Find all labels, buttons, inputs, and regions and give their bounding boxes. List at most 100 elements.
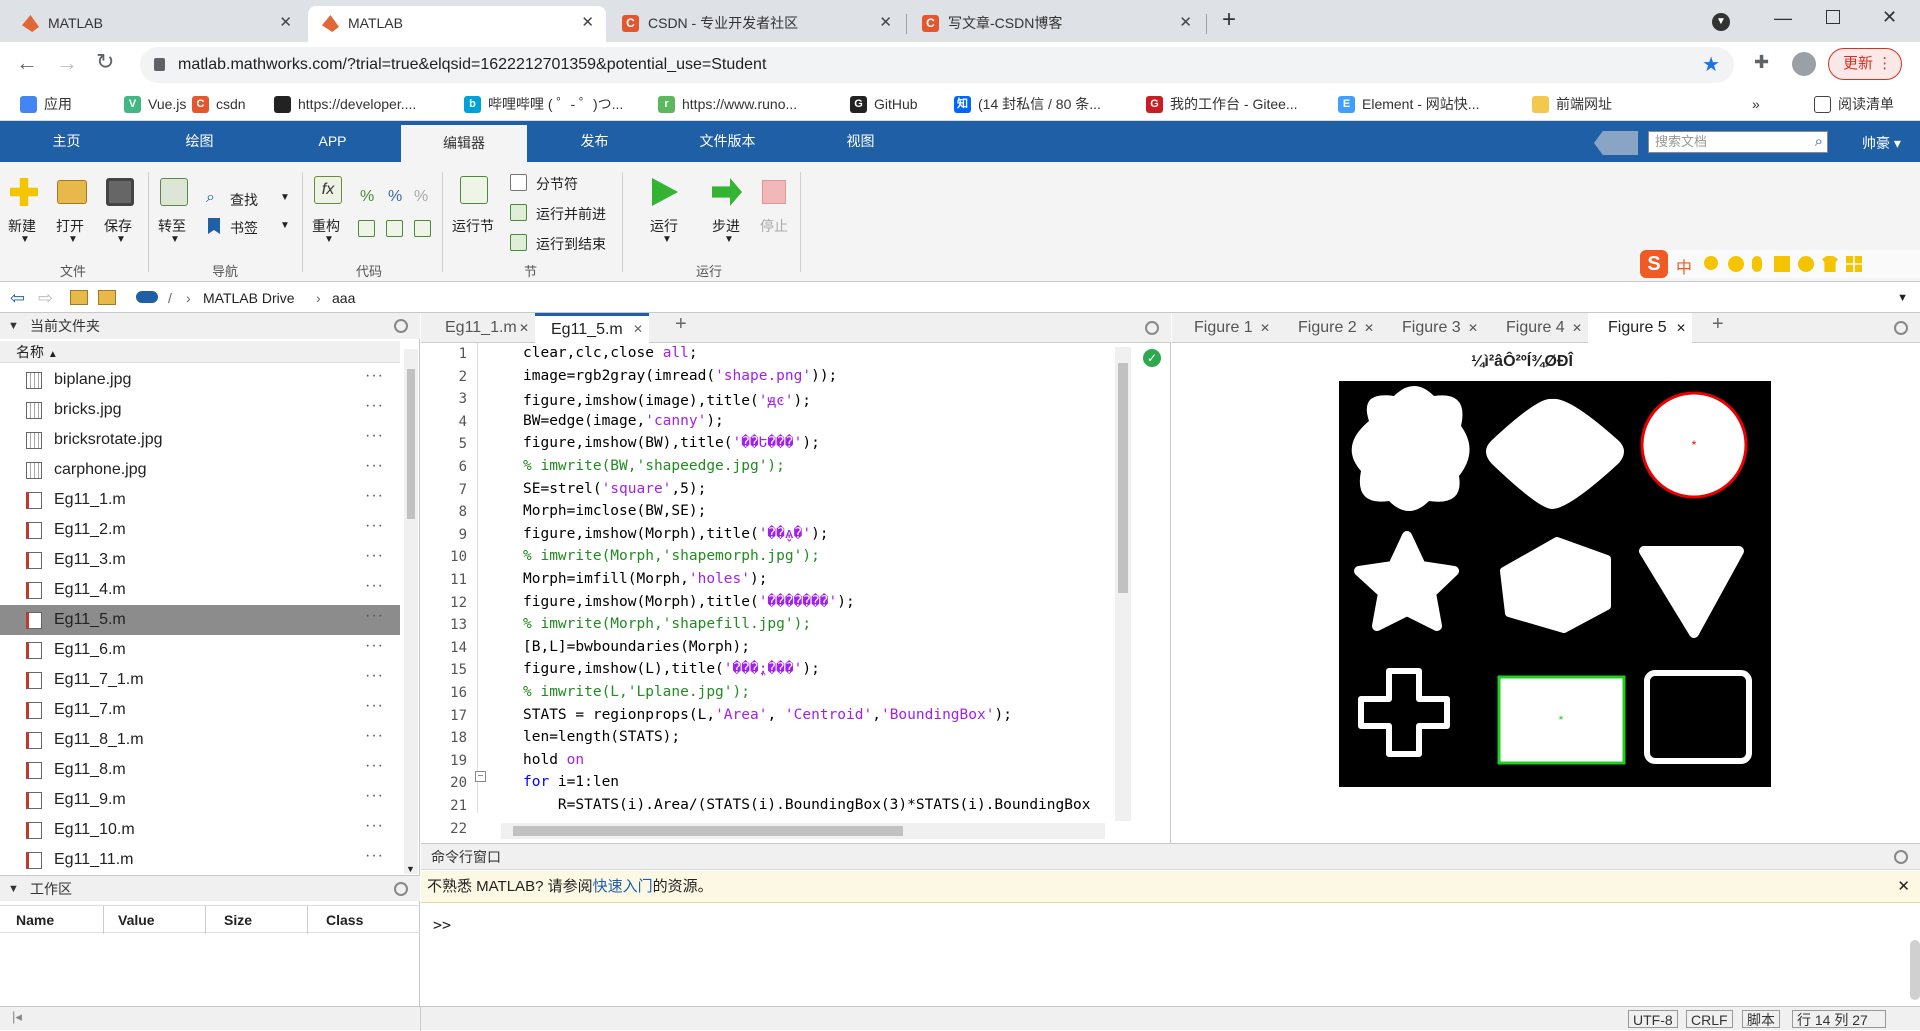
reading-list[interactable]: 阅读清单: [1812, 87, 1894, 121]
back-icon[interactable]: ⇦: [10, 283, 25, 313]
column-size[interactable]: Size: [208, 906, 308, 934]
run-section-icon[interactable]: [460, 176, 488, 204]
code-line[interactable]: % imwrite(Morph,'shapemorph.jpg');: [523, 548, 820, 564]
back-icon[interactable]: ←: [16, 50, 38, 76]
find-button[interactable]: 查找: [230, 190, 258, 210]
file-row[interactable]: Eg11_10.m ···: [0, 815, 400, 845]
chevron-down-icon[interactable]: ▼: [662, 234, 672, 245]
bookmark-item[interactable]: r https://www.runo...: [656, 87, 797, 121]
goto-icon[interactable]: [160, 178, 188, 206]
emoji-icon[interactable]: [1728, 256, 1744, 272]
uncomment-icon[interactable]: %: [388, 188, 402, 206]
command-prompt[interactable]: >>: [433, 916, 451, 934]
figure-tab[interactable]: Figure 3 ✕: [1380, 313, 1484, 343]
bookmark-item[interactable]: E Element - 网站快...: [1336, 87, 1479, 121]
panel-menu-icon[interactable]: [1145, 321, 1159, 335]
file-row[interactable]: Eg11_4.m ···: [0, 575, 400, 605]
section-break-icon[interactable]: [510, 174, 527, 191]
file-actions-icon[interactable]: ···: [365, 631, 384, 661]
tab-publish[interactable]: 发布: [528, 121, 661, 162]
figure-tab-active[interactable]: Figure 5 ✕: [1588, 313, 1692, 343]
smart-indent-icon[interactable]: [358, 220, 375, 237]
tab-home[interactable]: 主页: [0, 121, 133, 162]
panel-menu-icon[interactable]: [1894, 321, 1908, 335]
code-line[interactable]: [B,L]=bwboundaries(Morph);: [523, 639, 750, 655]
tab-editor[interactable]: 编辑器: [401, 125, 527, 162]
file-actions-icon[interactable]: ···: [365, 421, 384, 451]
search-docs-input[interactable]: 搜索文档 ⌕: [1648, 131, 1828, 153]
file-row[interactable]: Eg11_6.m ···: [0, 635, 400, 665]
run-advance-icon[interactable]: [510, 204, 527, 221]
scrollbar-thumb[interactable]: [513, 826, 903, 836]
encoding-indicator[interactable]: UTF-8: [1628, 1010, 1678, 1028]
step-icon[interactable]: [712, 178, 742, 206]
collapse-icon[interactable]: ▼: [8, 313, 19, 339]
chevron-down-icon[interactable]: ▼: [1897, 283, 1908, 313]
close-icon[interactable]: ✕: [1364, 313, 1374, 343]
close-icon[interactable]: ✕: [879, 6, 892, 40]
chevron-down-icon[interactable]: ▼: [324, 234, 334, 245]
code-line[interactable]: R=STATS(i).Area/(STATS(i).BoundingBox(3)…: [523, 797, 1091, 813]
run-section-button[interactable]: 运行节: [452, 216, 494, 236]
comment-icon[interactable]: %: [360, 188, 374, 206]
save-icon[interactable]: [106, 178, 134, 206]
browse-folder-icon[interactable]: [98, 290, 116, 305]
browser-tab-active[interactable]: MATLAB ✕: [308, 6, 606, 42]
ime-mode[interactable]: 中: [1676, 254, 1692, 278]
code-line[interactable]: Morph=imfill(Morph,'holes');: [523, 571, 767, 587]
file-actions-icon[interactable]: ···: [365, 511, 384, 541]
tab-plots[interactable]: 绘图: [133, 121, 266, 162]
tab-view[interactable]: 视图: [794, 121, 927, 162]
file-actions-icon[interactable]: ···: [365, 721, 384, 751]
quick-access-icon[interactable]: [1594, 131, 1638, 155]
bookmark-item[interactable]: G 我的工作台 - Gitee...: [1144, 87, 1298, 121]
ime-toolbar[interactable]: S 中: [1638, 250, 1920, 278]
code-line[interactable]: clear,clc,close all;: [523, 345, 698, 361]
find-icon[interactable]: ⌕: [206, 189, 215, 207]
close-icon[interactable]: ✕: [519, 313, 529, 343]
run-icon[interactable]: [652, 178, 678, 206]
new-tab-icon[interactable]: +: [1222, 6, 1236, 34]
fx-icon[interactable]: fx: [314, 176, 342, 204]
skin-icon[interactable]: [1822, 256, 1838, 272]
file-actions-icon[interactable]: ···: [365, 841, 384, 871]
refactor-button[interactable]: 重构: [312, 216, 340, 236]
up-folder-icon[interactable]: [70, 290, 88, 305]
column-header-name[interactable]: 名称 ▲: [0, 341, 400, 363]
figure-tab[interactable]: Figure 1 ✕: [1172, 313, 1276, 343]
file-row[interactable]: Eg11_7.m ···: [0, 695, 400, 725]
file-row[interactable]: Eg11_1.m ···: [0, 485, 400, 515]
scrollbar[interactable]: ▼: [404, 349, 418, 874]
sogou-icon[interactable]: S: [1640, 250, 1668, 278]
figure-image[interactable]: * *: [1339, 381, 1771, 787]
column-name[interactable]: Name: [4, 906, 104, 934]
file-row[interactable]: Eg11_9.m ···: [0, 785, 400, 815]
profile-avatar[interactable]: [1792, 52, 1816, 76]
vertical-scrollbar[interactable]: [1115, 347, 1131, 821]
code-line[interactable]: % imwrite(L,'Lplane.jpg');: [523, 684, 750, 700]
quick-start-link[interactable]: 快速入门: [593, 878, 653, 895]
file-actions-icon[interactable]: ···: [365, 571, 384, 601]
keyboard-icon[interactable]: [1774, 256, 1790, 272]
bookmark-icon[interactable]: [208, 218, 220, 234]
close-icon[interactable]: ✕: [1572, 313, 1582, 343]
chevron-down-icon[interactable]: ▼: [724, 234, 734, 245]
code-line[interactable]: figure,imshow(Morph),title('�������');: [523, 594, 855, 610]
file-row[interactable]: bricksrotate.jpg ···: [0, 425, 400, 455]
file-row[interactable]: carphone.jpg ···: [0, 455, 400, 485]
panel-menu-icon[interactable]: [394, 319, 408, 333]
bookmark-item[interactable]: 知 (14 封私信 / 80 条...: [952, 87, 1101, 121]
code-line[interactable]: figure,imshow(Morph),title('��̬ѧ�');: [523, 526, 829, 543]
panel-menu-icon[interactable]: [1894, 850, 1908, 864]
file-type-indicator[interactable]: 脚本: [1742, 1010, 1780, 1028]
cursor-position[interactable]: 行 14 列 27: [1792, 1010, 1886, 1028]
panel-menu-icon[interactable]: [394, 882, 408, 896]
scrollbar-thumb[interactable]: [407, 369, 415, 519]
folder-open-icon[interactable]: [57, 180, 87, 204]
close-icon[interactable]: ✕: [279, 6, 292, 40]
file-row[interactable]: Eg11_7_1.m ···: [0, 665, 400, 695]
add-figure-icon[interactable]: +: [1712, 313, 1724, 336]
open-button[interactable]: 打开: [56, 216, 84, 236]
eol-indicator[interactable]: CRLF: [1686, 1010, 1733, 1028]
chevron-down-icon[interactable]: ▼: [280, 220, 290, 231]
